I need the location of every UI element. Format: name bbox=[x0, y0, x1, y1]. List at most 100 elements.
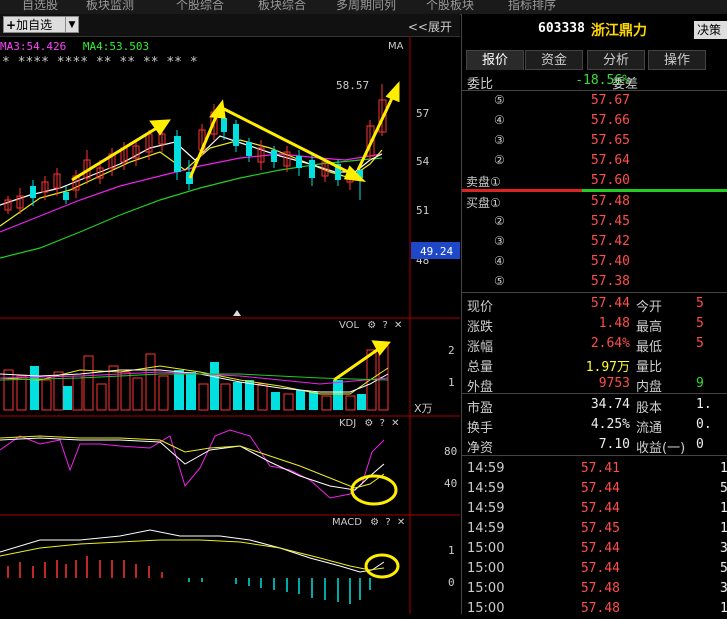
tick-price: 57.44 bbox=[580, 541, 620, 556]
kdj-k-line bbox=[0, 437, 385, 491]
quote-key: 最高 bbox=[636, 320, 663, 335]
kdj-label: KDJ bbox=[339, 418, 357, 429]
menu-item[interactable]: 自选股 bbox=[22, 0, 58, 13]
sell-price: 57.64 bbox=[590, 153, 630, 168]
sell-row[interactable]: ④ 57.66 bbox=[462, 111, 727, 131]
help-icon[interactable]: ? bbox=[385, 517, 390, 528]
sell-row[interactable]: 卖盘① 57.60 bbox=[462, 171, 727, 191]
help-icon[interactable]: ? bbox=[380, 418, 385, 429]
quote-value: 1.48 bbox=[598, 316, 630, 331]
buy-price: 57.42 bbox=[590, 234, 630, 249]
tick-volume: 1 bbox=[720, 501, 727, 516]
kdj-j-line bbox=[0, 429, 385, 499]
macd-axis-label: 1 bbox=[448, 544, 455, 557]
quote-value: 57.44 bbox=[590, 296, 630, 311]
sell-row[interactable]: ② 57.64 bbox=[462, 151, 727, 171]
candles bbox=[4, 84, 387, 214]
macd-label: MACD bbox=[332, 517, 362, 528]
quote-row: 市盈 34.74 股本 1. bbox=[462, 395, 727, 416]
sell-row[interactable]: ⑤ 57.67 bbox=[462, 91, 727, 111]
tick-row: 14:59 57.44 1 bbox=[462, 499, 727, 519]
buy-row[interactable]: 买盘① 57.48 bbox=[462, 192, 727, 212]
chevron-down-icon[interactable]: ▼ bbox=[65, 17, 78, 32]
tab-analysis[interactable]: 分析 bbox=[587, 50, 645, 70]
menu-item[interactable]: 多周期同列 bbox=[336, 0, 396, 13]
quote-value: 1. bbox=[696, 397, 712, 412]
sell-price: 57.65 bbox=[590, 133, 630, 148]
tab-funds[interactable]: 资金 bbox=[525, 50, 583, 70]
tab-quote[interactable]: 报价 bbox=[466, 50, 524, 70]
quote-row: 外盘 9753 内盘 9 bbox=[462, 374, 727, 395]
vol-unit: X万 bbox=[414, 402, 433, 415]
tick-volume: 5 bbox=[720, 561, 727, 576]
tab-operation[interactable]: 操作 bbox=[648, 50, 706, 70]
quote-panel: 603338 浙江鼎力 决策 报价 资金 分析 操作 委比 -18.56% 委差… bbox=[461, 14, 727, 616]
quote-row: 涨幅 2.64% 最低 5 bbox=[462, 334, 727, 355]
kdj-d-line bbox=[0, 435, 385, 489]
help-icon[interactable]: ? bbox=[382, 320, 387, 331]
tick-volume: 3 bbox=[720, 541, 727, 556]
buy-level: 买盘① bbox=[466, 196, 501, 210]
price-axis-label: 57 bbox=[416, 107, 429, 120]
quote-key: 量比 bbox=[636, 360, 663, 375]
vol-axis-label: 1 bbox=[448, 376, 455, 389]
close-icon[interactable]: ✕ bbox=[397, 517, 405, 528]
decision-button[interactable]: 决策 bbox=[694, 21, 727, 39]
buy-row[interactable]: ③ 57.42 bbox=[462, 232, 727, 252]
quote-value: 5 bbox=[696, 336, 704, 351]
sell-row[interactable]: ③ 57.65 bbox=[462, 131, 727, 151]
expand-button[interactable]: <<展开 bbox=[408, 18, 452, 35]
sell-level: ③ bbox=[494, 133, 505, 147]
gear-icon[interactable]: ⚙ bbox=[364, 418, 373, 429]
weibi-row: 委比 -18.56% 委差 bbox=[462, 71, 727, 92]
tick-volume: 5 bbox=[720, 481, 727, 496]
max-price-label: 58.57 bbox=[336, 79, 369, 92]
buy-level: ② bbox=[494, 214, 505, 228]
quote-row: 现价 57.44 今开 5 bbox=[462, 294, 727, 315]
quote-key: 涨跌 bbox=[467, 320, 494, 335]
buy-row[interactable]: ② 57.45 bbox=[462, 212, 727, 232]
gear-icon[interactable]: ⚙ bbox=[367, 320, 376, 331]
tick-row: 14:59 57.45 1 bbox=[462, 519, 727, 539]
sell-level: ④ bbox=[494, 113, 505, 127]
macd-axis-label: 0 bbox=[448, 576, 455, 589]
menu-item[interactable]: 板块综合 bbox=[258, 0, 306, 13]
tick-row: 14:59 57.44 5 bbox=[462, 479, 727, 499]
buy-row[interactable]: ⑤ 57.38 bbox=[462, 272, 727, 292]
quote-value: 0. bbox=[696, 417, 712, 432]
quote-key: 换手 bbox=[467, 421, 494, 436]
quote-tabs: 报价 资金 分析 操作 bbox=[462, 50, 727, 70]
chart-toolbar: +加自选 ▼ <<展开 bbox=[0, 14, 460, 37]
vol-axis-label: 2 bbox=[448, 344, 455, 357]
sell-level: ⑤ bbox=[494, 93, 505, 107]
tick-time: 14:59 bbox=[467, 501, 505, 516]
add-watchlist-button[interactable]: +加自选 ▼ bbox=[3, 16, 79, 33]
stock-name: 浙江鼎力 bbox=[591, 23, 647, 39]
tick-row: 15:00 57.44 5 bbox=[462, 559, 727, 579]
tick-price: 57.44 bbox=[580, 561, 620, 576]
tick-time: 14:59 bbox=[467, 461, 505, 476]
quote-value: 7.10 bbox=[598, 437, 630, 452]
menu-item[interactable]: 指标排序 bbox=[508, 0, 556, 13]
vol-label: VOL bbox=[339, 320, 360, 331]
quote-row: 换手 4.25% 流通 0. bbox=[462, 415, 727, 436]
close-icon[interactable]: ✕ bbox=[391, 418, 399, 429]
tick-price: 57.48 bbox=[580, 581, 620, 596]
menu-item[interactable]: 个股板块 bbox=[426, 0, 474, 13]
menu-item[interactable]: 板块监测 bbox=[86, 0, 134, 13]
quote-value: 5 bbox=[696, 296, 704, 311]
buy-row[interactable]: ④ 57.40 bbox=[462, 252, 727, 272]
close-icon[interactable]: ✕ bbox=[394, 320, 402, 331]
tick-price: 57.44 bbox=[580, 481, 620, 496]
tick-price: 57.45 bbox=[580, 521, 620, 536]
buy-price: 57.45 bbox=[590, 214, 630, 229]
quote-value: 2.64% bbox=[590, 336, 630, 351]
quote-key: 涨幅 bbox=[467, 340, 494, 355]
current-price-label: 49.24 bbox=[420, 245, 453, 258]
gear-icon[interactable]: ⚙ bbox=[370, 517, 379, 528]
macd-histogram bbox=[7, 556, 371, 604]
quote-key: 市盈 bbox=[467, 401, 494, 416]
menu-item[interactable]: 个股综合 bbox=[176, 0, 224, 13]
tick-volume: 1 bbox=[720, 461, 727, 476]
tick-volume: 3 bbox=[720, 581, 727, 596]
